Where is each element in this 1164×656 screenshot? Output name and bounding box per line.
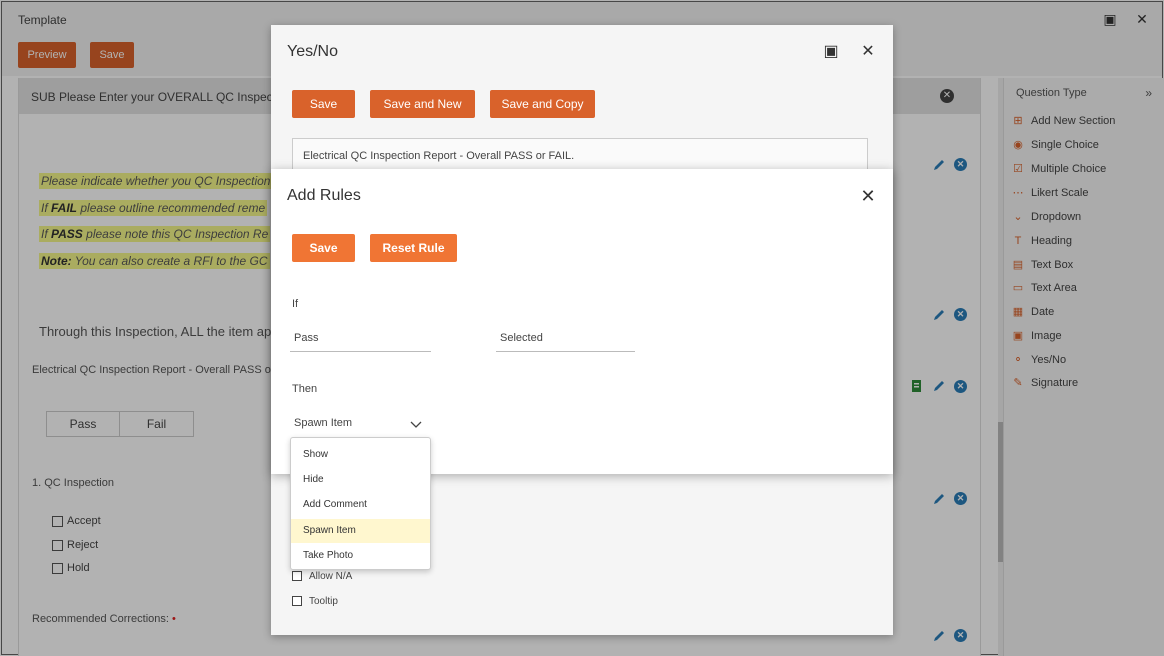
maximize-icon[interactable]: ▣ [822, 43, 840, 61]
then-action-select[interactable]: Spawn Item [290, 411, 431, 437]
question-text: Electrical QC Inspection Report - Overal… [303, 150, 575, 162]
save-and-new-button[interactable]: Save and New [370, 90, 475, 118]
dialog-title: Yes/No [287, 43, 338, 60]
allow-na-checkbox[interactable] [292, 571, 302, 581]
if-answer-value: Pass [294, 332, 319, 344]
add-rules-dialog: Add Rules ✕ Save Reset Rule If Pass Sele… [271, 169, 893, 474]
save-button[interactable]: Save [292, 90, 355, 118]
if-label: If [292, 298, 299, 310]
option-spawn-item[interactable]: Spawn Item [291, 519, 430, 543]
option-add-comment[interactable]: Add Comment [291, 493, 430, 517]
option-show[interactable]: Show [291, 443, 430, 467]
tooltip-checkbox[interactable] [292, 596, 302, 606]
close-icon[interactable]: ✕ [859, 43, 877, 61]
if-answer-select[interactable]: Pass [290, 326, 431, 352]
reset-rule-button[interactable]: Reset Rule [370, 234, 457, 262]
then-action-value: Spawn Item [294, 417, 353, 429]
save-rule-button[interactable]: Save [292, 234, 355, 262]
then-action-dropdown: Show Hide Add Comment Spawn Item Take Ph… [290, 437, 431, 570]
tooltip-label: Tooltip [309, 596, 338, 607]
chevron-down-icon [410, 421, 422, 428]
dialog-title: Add Rules [287, 187, 361, 204]
option-hide[interactable]: Hide [291, 468, 430, 492]
option-take-photo[interactable]: Take Photo [291, 544, 430, 568]
then-label: Then [292, 383, 318, 395]
allow-na-label: Allow N/A [309, 571, 353, 582]
if-state-select[interactable]: Selected [496, 326, 635, 352]
save-and-copy-button[interactable]: Save and Copy [490, 90, 595, 118]
close-icon[interactable]: ✕ [859, 187, 877, 205]
if-state-value: Selected [500, 332, 543, 344]
